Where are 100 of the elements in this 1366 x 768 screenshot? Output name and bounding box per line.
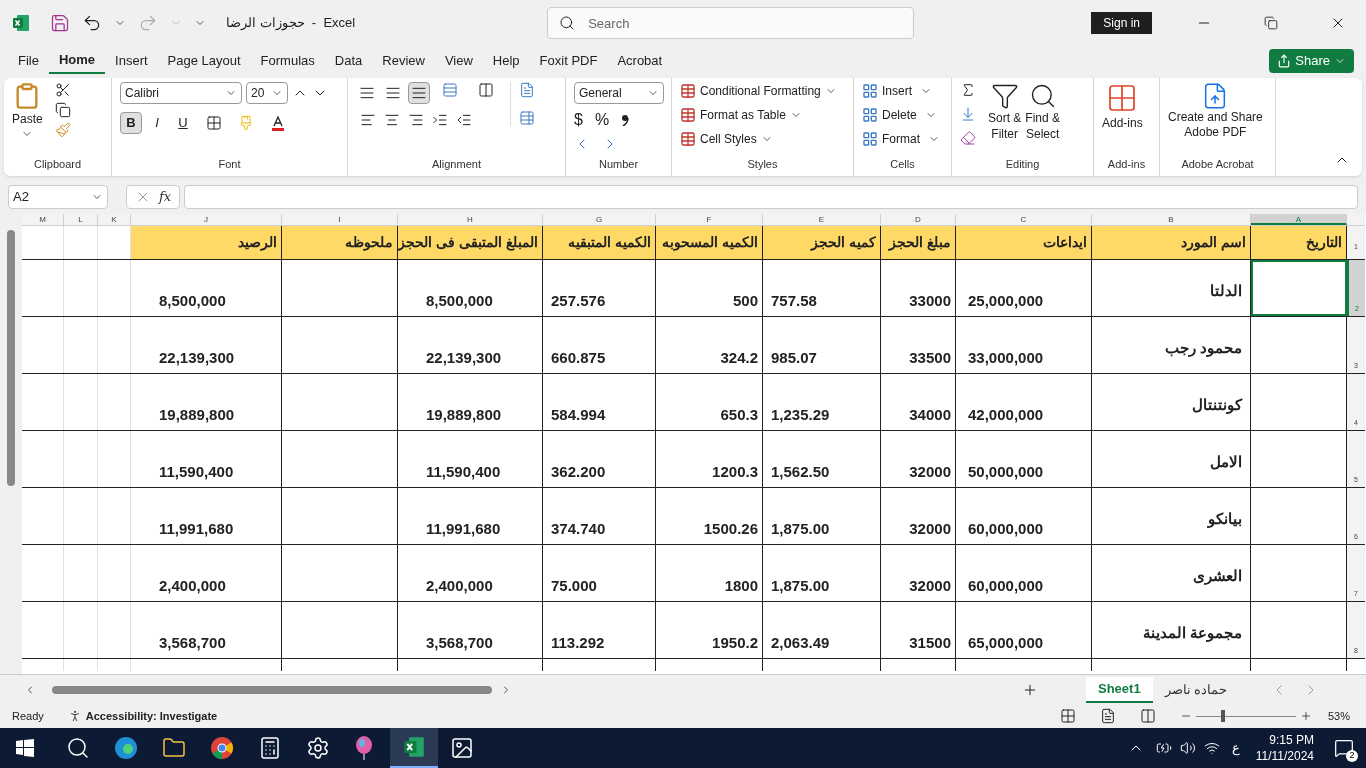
- indent-icon[interactable]: [432, 112, 448, 128]
- search-field[interactable]: Search: [547, 7, 915, 39]
- column-header[interactable]: A: [1251, 214, 1347, 225]
- normal-view-icon[interactable]: [1059, 708, 1076, 724]
- page-layout-icon[interactable]: [1099, 708, 1116, 724]
- column-header[interactable]: G: [543, 214, 656, 225]
- fill-icon[interactable]: [960, 106, 976, 122]
- borders-icon[interactable]: [206, 115, 222, 131]
- save-icon[interactable]: [50, 13, 70, 33]
- ribbon-tab[interactable]: Review: [372, 48, 435, 74]
- font-size-field[interactable]: 20: [246, 82, 288, 104]
- table-cell: 1800: [656, 545, 763, 601]
- fill-color-icon[interactable]: [238, 115, 254, 131]
- table-cell: 22,139,300: [131, 317, 282, 373]
- styles-button[interactable]: Cell Styles: [680, 130, 837, 148]
- outdent-icon[interactable]: [456, 112, 472, 128]
- font-style-button[interactable]: U: [172, 112, 194, 134]
- group-label: Cells: [890, 156, 915, 172]
- balloon-icon[interactable]: [354, 736, 374, 760]
- font-name-field[interactable]: Calibri: [120, 82, 242, 104]
- ribbon-tab[interactable]: Insert: [105, 48, 158, 74]
- autosum-icon[interactable]: [960, 82, 976, 98]
- find-select-button[interactable]: Find & Select: [1025, 82, 1061, 142]
- selected-cell[interactable]: [1251, 260, 1347, 316]
- align-left-icon[interactable]: [360, 112, 376, 128]
- column-header[interactable]: H: [398, 214, 543, 225]
- restore-icon[interactable]: [1264, 16, 1278, 30]
- calculator-icon[interactable]: [258, 736, 282, 760]
- column-heading: الرصيد: [131, 226, 282, 259]
- styles-button[interactable]: Format as Table: [680, 106, 837, 124]
- ribbon-tab[interactable]: File: [8, 48, 49, 74]
- column-header[interactable]: J: [131, 214, 282, 225]
- zoom-slider-thumb[interactable]: [1220, 710, 1225, 722]
- excel-taskbar-button[interactable]: [390, 728, 438, 768]
- number-format-field[interactable]: General: [574, 82, 664, 104]
- percent-button[interactable]: %: [594, 108, 610, 132]
- chrome-icon[interactable]: [210, 736, 234, 760]
- clock[interactable]: 9:15 PM 11/11/2024: [1255, 732, 1314, 764]
- undo-icon[interactable]: [82, 13, 102, 33]
- column-header[interactable]: I: [282, 214, 398, 225]
- zoom-slider[interactable]: [1195, 710, 1296, 722]
- column-header[interactable]: E: [763, 214, 881, 225]
- copy-icon[interactable]: [54, 102, 71, 118]
- font-style-button[interactable]: I: [146, 112, 168, 134]
- paste-button[interactable]: Paste: [12, 82, 43, 140]
- sheet-tab[interactable]: Sheet1: [1086, 676, 1153, 703]
- browser-icon[interactable]: [114, 736, 138, 760]
- volume-icon[interactable]: [1179, 740, 1196, 756]
- ribbon-tab[interactable]: Acrobat: [607, 48, 673, 74]
- folder-icon[interactable]: [162, 736, 186, 760]
- column-header[interactable]: D: [881, 214, 956, 225]
- font-color-icon[interactable]: [270, 115, 286, 131]
- name-box[interactable]: A2: [8, 185, 108, 209]
- accessibility-status[interactable]: Accessibility: Investigate: [85, 707, 218, 725]
- function-button[interactable]: fx: [159, 187, 172, 207]
- formula-field[interactable]: [184, 185, 1358, 209]
- cells-button[interactable]: Format: [862, 130, 940, 148]
- styles-button[interactable]: Conditional Formatting: [680, 82, 837, 100]
- ribbon-tab[interactable]: Page Layout: [157, 48, 251, 74]
- zoom-in-icon[interactable]: [1299, 710, 1312, 722]
- column-header[interactable]: C: [956, 214, 1092, 225]
- vertical-align-button[interactable]: [408, 82, 430, 104]
- wifi-icon[interactable]: [1203, 740, 1220, 756]
- ribbon-tab[interactable]: Data: [324, 48, 373, 74]
- language-indicator[interactable]: ع: [1231, 738, 1240, 758]
- add-ins-button[interactable]: Add-ins: [1102, 82, 1143, 132]
- table-cell: 11,991,680: [398, 488, 543, 544]
- column-header[interactable]: F: [656, 214, 763, 225]
- search-icon[interactable]: [66, 736, 90, 760]
- ribbon-tab[interactable]: Help: [482, 48, 530, 74]
- sort-filter-button[interactable]: Sort & Filter: [988, 82, 1022, 142]
- share-button[interactable]: Share: [1269, 49, 1354, 73]
- ribbon-tab[interactable]: Formulas: [250, 48, 325, 74]
- ribbon-tab[interactable]: Foxit PDF: [529, 48, 608, 74]
- column-header[interactable]: K: [98, 214, 131, 225]
- comma-style-icon[interactable]: [621, 114, 630, 126]
- align-right-icon[interactable]: [408, 112, 424, 128]
- ribbon-tab[interactable]: View: [434, 48, 483, 74]
- create-pdf-button[interactable]: Create and Share Adobe PDF: [1168, 82, 1263, 140]
- eraser-icon[interactable]: [960, 130, 976, 146]
- page-break-icon[interactable]: [1139, 708, 1156, 724]
- horizontal-scrollbar[interactable]: [52, 685, 492, 694]
- ribbon-tab[interactable]: Home: [48, 48, 106, 74]
- vertical-scrollbar[interactable]: [0, 214, 22, 674]
- cut-icon[interactable]: [54, 82, 71, 98]
- column-header[interactable]: L: [64, 214, 98, 225]
- table-cell: 1500.26: [656, 488, 763, 544]
- settings-icon[interactable]: [306, 736, 330, 760]
- sheet-tab[interactable]: حماده ناصر: [1152, 676, 1240, 703]
- align-center-icon[interactable]: [384, 112, 400, 128]
- column-header[interactable]: M: [22, 214, 64, 225]
- zoom-percentage[interactable]: 53%: [1327, 707, 1350, 725]
- cells-button[interactable]: Delete: [862, 106, 940, 124]
- sign-in-button[interactable]: Sign in: [1091, 12, 1152, 34]
- start-icon[interactable]: [16, 739, 34, 757]
- photos-icon[interactable]: [450, 736, 474, 760]
- currency-button[interactable]: $: [574, 108, 583, 132]
- cells-button[interactable]: Insert: [862, 82, 940, 100]
- font-style-button[interactable]: B: [120, 112, 142, 134]
- table-cell: 1,875.00: [763, 545, 881, 601]
